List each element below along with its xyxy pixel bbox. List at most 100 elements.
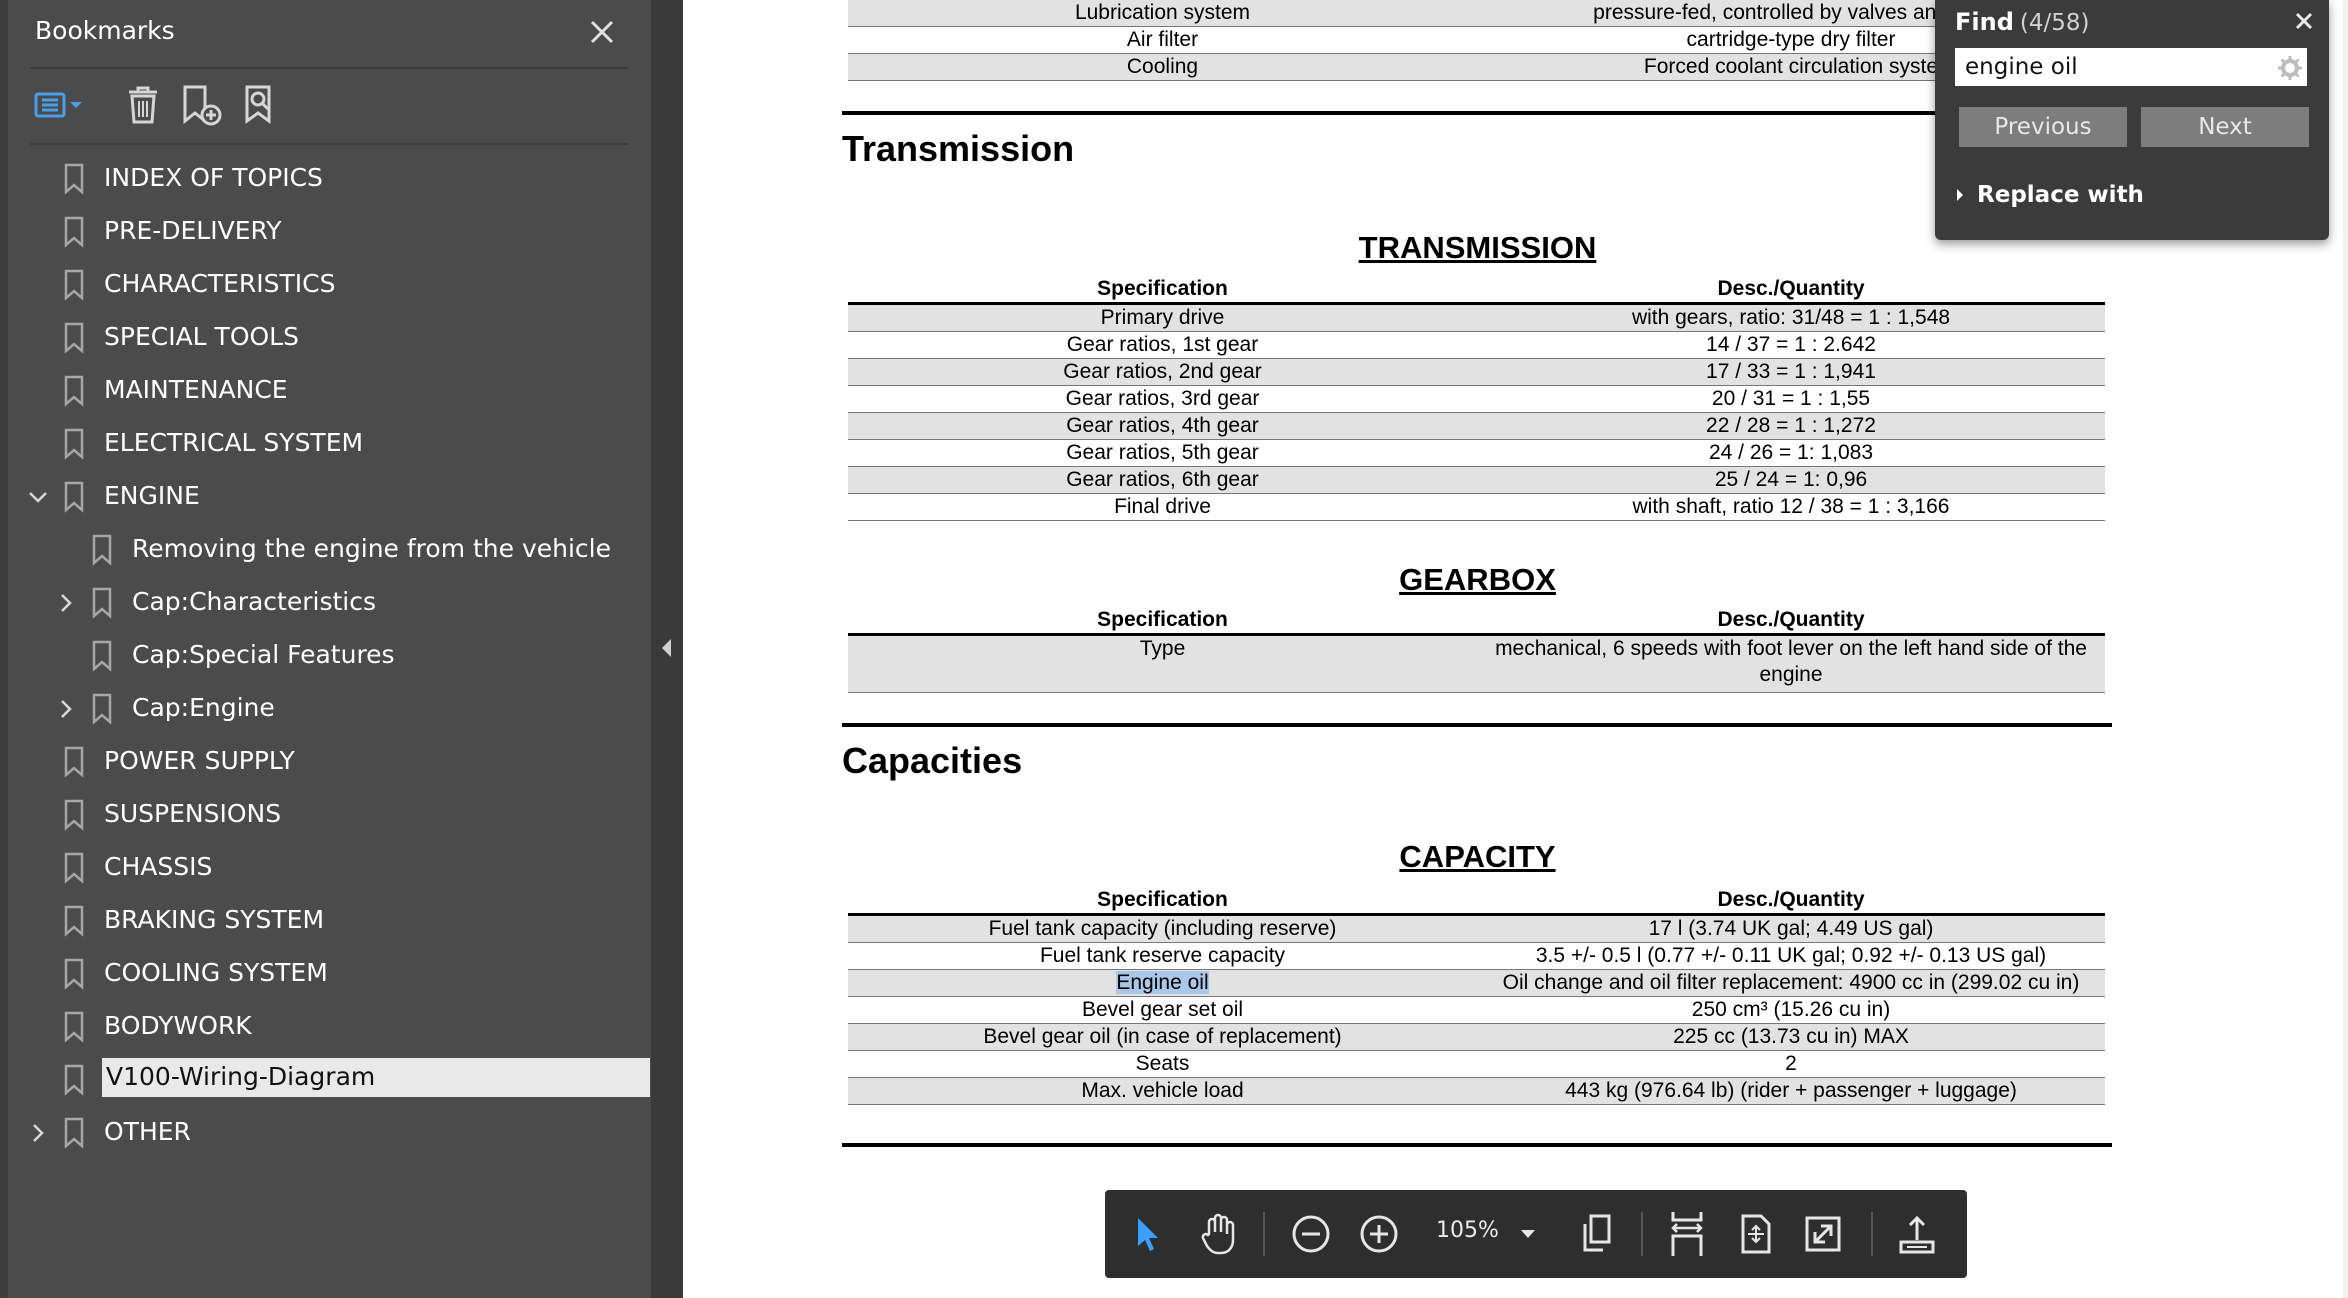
collapse-sidebar-icon[interactable] xyxy=(651,620,683,676)
section-divider xyxy=(842,723,2112,727)
replace-with-toggle[interactable]: Replace with xyxy=(1955,182,2144,208)
table-row: Max. vehicle load 443 kg (976.64 lb) (rid… xyxy=(848,1077,2105,1105)
table-row: Fuel tank capacity (including reserve) 17… xyxy=(848,914,2105,943)
bookmark-item[interactable]: SUSPENSIONS xyxy=(0,789,650,841)
close-icon[interactable] xyxy=(586,14,618,50)
column-header-desc: Desc./Quantity xyxy=(1717,608,1865,631)
bookmark-item[interactable]: Cap:Characteristics xyxy=(0,577,650,629)
bookmark-item[interactable]: OTHER xyxy=(0,1107,650,1159)
bookmark-label: INDEX OF TOPICS xyxy=(104,163,323,192)
table-row: Gear ratios, 4th gear 22 / 28 = 1 : 1,272 xyxy=(848,412,2105,440)
table-row: Seats 2 xyxy=(848,1051,2105,1078)
desc-cell: 2 xyxy=(1785,1052,1797,1075)
find-bookmark-icon[interactable] xyxy=(240,82,286,128)
vertical-scrollbar[interactable] xyxy=(2343,0,2348,1298)
spec-cell: Cooling xyxy=(848,53,1477,81)
bookmark-options-button[interactable] xyxy=(34,82,94,128)
spec-cell: Gear ratios, 5th gear xyxy=(848,440,1477,467)
bookmark-item[interactable]: ELECTRICAL SYSTEM xyxy=(0,418,650,470)
bookmark-item[interactable]: COOLING SYSTEM xyxy=(0,948,650,1000)
bookmark-item[interactable]: Removing the engine from the vehicle xyxy=(0,524,650,576)
bookmark-label: CHASSIS xyxy=(104,852,213,881)
desc-cell: 20 / 31 = 1 : 1,55 xyxy=(1711,387,1871,410)
spec-cell: Bevel gear set oil xyxy=(848,997,1477,1024)
bookmark-icon xyxy=(91,587,113,619)
bookmark-icon xyxy=(63,163,85,195)
zoom-in-icon[interactable] xyxy=(1357,1210,1401,1258)
bookmark-item[interactable]: INDEX OF TOPICS xyxy=(0,153,650,205)
zoom-level[interactable]: 105% xyxy=(1436,1218,1499,1243)
spec-cell: Lubrication system xyxy=(848,0,1477,27)
toolbar-separator xyxy=(1641,1212,1643,1256)
section-divider xyxy=(842,1143,2112,1147)
export-icon[interactable] xyxy=(1895,1210,1939,1258)
bookmark-label: V100-Wiring-Diagram xyxy=(102,1058,650,1097)
delete-bookmark-icon[interactable] xyxy=(120,82,166,128)
section-title-transmission: Transmission xyxy=(842,128,1075,169)
bookmark-icon xyxy=(63,905,85,937)
spec-text: Air filter xyxy=(1126,28,1199,51)
bookmark-item[interactable]: PRE-DELIVERY xyxy=(0,206,650,258)
spec-cell: Gear ratios, 3rd gear xyxy=(848,386,1477,413)
section-title-capacities: Capacities xyxy=(842,740,1023,781)
chevron-right-icon[interactable] xyxy=(53,590,79,616)
zoom-out-icon[interactable] xyxy=(1289,1210,1333,1258)
table-row: Air filter cartridge-type dry filter xyxy=(848,27,2105,54)
next-button[interactable]: Next xyxy=(2141,107,2309,147)
spec-text: Gear ratios, 2nd gear xyxy=(1063,360,1262,383)
bookmark-item[interactable]: BODYWORK xyxy=(0,1001,650,1053)
bookmark-item[interactable]: BRAKING SYSTEM xyxy=(0,895,650,947)
bookmark-item[interactable]: Cap:Special Features xyxy=(0,630,650,682)
replace-with-label: Replace with xyxy=(1977,182,2144,208)
bookmark-item[interactable]: Cap:Engine xyxy=(0,683,650,735)
bookmark-item[interactable]: SPECIAL TOOLS xyxy=(0,312,650,364)
hand-tool-icon[interactable] xyxy=(1197,1210,1241,1258)
page-view-icon[interactable] xyxy=(1575,1210,1619,1258)
table-row: Final drive with shaft, ratio 12 / 38 = 1… xyxy=(848,494,2105,521)
bookmark-icon xyxy=(63,1011,85,1043)
desc-cell: 17 l (3.74 UK gal; 4.49 US gal) xyxy=(1477,914,2105,943)
chevron-right-icon xyxy=(1955,182,1969,208)
fullscreen-icon[interactable] xyxy=(1801,1210,1845,1258)
find-label: Find xyxy=(1955,8,2014,36)
table-row: Engine oil Oil change and oil filter repl… xyxy=(848,969,2105,997)
desc-cell: 250 cm³ (15.26 cu in) xyxy=(1691,998,1891,1021)
spec-text: Primary drive xyxy=(1100,306,1225,329)
find-input[interactable] xyxy=(1955,48,2307,86)
chevron-right-icon[interactable] xyxy=(25,1120,51,1146)
bookmark-item[interactable]: POWER SUPPLY xyxy=(0,736,650,788)
bookmark-item[interactable]: ENGINE xyxy=(0,471,650,523)
fit-page-icon[interactable] xyxy=(1733,1210,1777,1258)
bookmark-icon xyxy=(63,958,85,990)
fit-width-icon[interactable] xyxy=(1665,1210,1709,1258)
table-row: Gear ratios, 2nd gear 17 / 33 = 1 : 1,941 xyxy=(848,358,2105,386)
previous-button[interactable]: Previous xyxy=(1959,107,2127,147)
add-bookmark-icon[interactable] xyxy=(178,82,224,128)
bookmark-item[interactable]: MAINTENANCE xyxy=(0,365,650,417)
bookmark-item[interactable]: CHASSIS xyxy=(0,842,650,894)
gear-icon[interactable] xyxy=(2277,55,2303,81)
spec-text: Final drive xyxy=(1114,495,1211,518)
zoom-dropdown-icon[interactable] xyxy=(1513,1210,1543,1258)
spec-text: Type xyxy=(1139,637,1186,660)
table-row: Fuel tank reserve capacity 3.5 +/- 0.5 l … xyxy=(848,943,2105,970)
select-tool-icon[interactable] xyxy=(1127,1210,1167,1258)
desc-cell: with shaft, ratio 12 / 38 = 1 : 3,166 xyxy=(1632,495,1950,518)
bookmark-item[interactable]: CHARACTERISTICS xyxy=(0,259,650,311)
table-row: Gear ratios, 3rd gear 20 / 31 = 1 : 1,55 xyxy=(848,386,2105,413)
close-find-icon[interactable] xyxy=(2291,8,2317,34)
chevron-right-icon[interactable] xyxy=(53,696,79,722)
spec-cell: Gear ratios, 4th gear xyxy=(848,412,1477,440)
bookmark-item[interactable]: V100-Wiring-Diagram xyxy=(0,1054,650,1106)
desc-cell: 22 / 28 = 1 : 1,272 xyxy=(1477,412,2105,440)
bookmark-label: BODYWORK xyxy=(104,1011,252,1040)
chevron-down-icon[interactable] xyxy=(25,484,51,510)
divider xyxy=(30,143,628,145)
bookmark-label: SUSPENSIONS xyxy=(104,799,282,828)
spec-text: Gear ratios, 4th gear xyxy=(1066,414,1259,437)
spec-text: Gear ratios, 5th gear xyxy=(1066,441,1259,464)
spec-cell: Primary drive xyxy=(848,303,1477,332)
divider xyxy=(30,67,628,69)
bookmark-icon xyxy=(63,322,85,354)
desc-cell: 443 kg (976.64 lb) (rider + passenger + … xyxy=(1477,1077,2105,1105)
